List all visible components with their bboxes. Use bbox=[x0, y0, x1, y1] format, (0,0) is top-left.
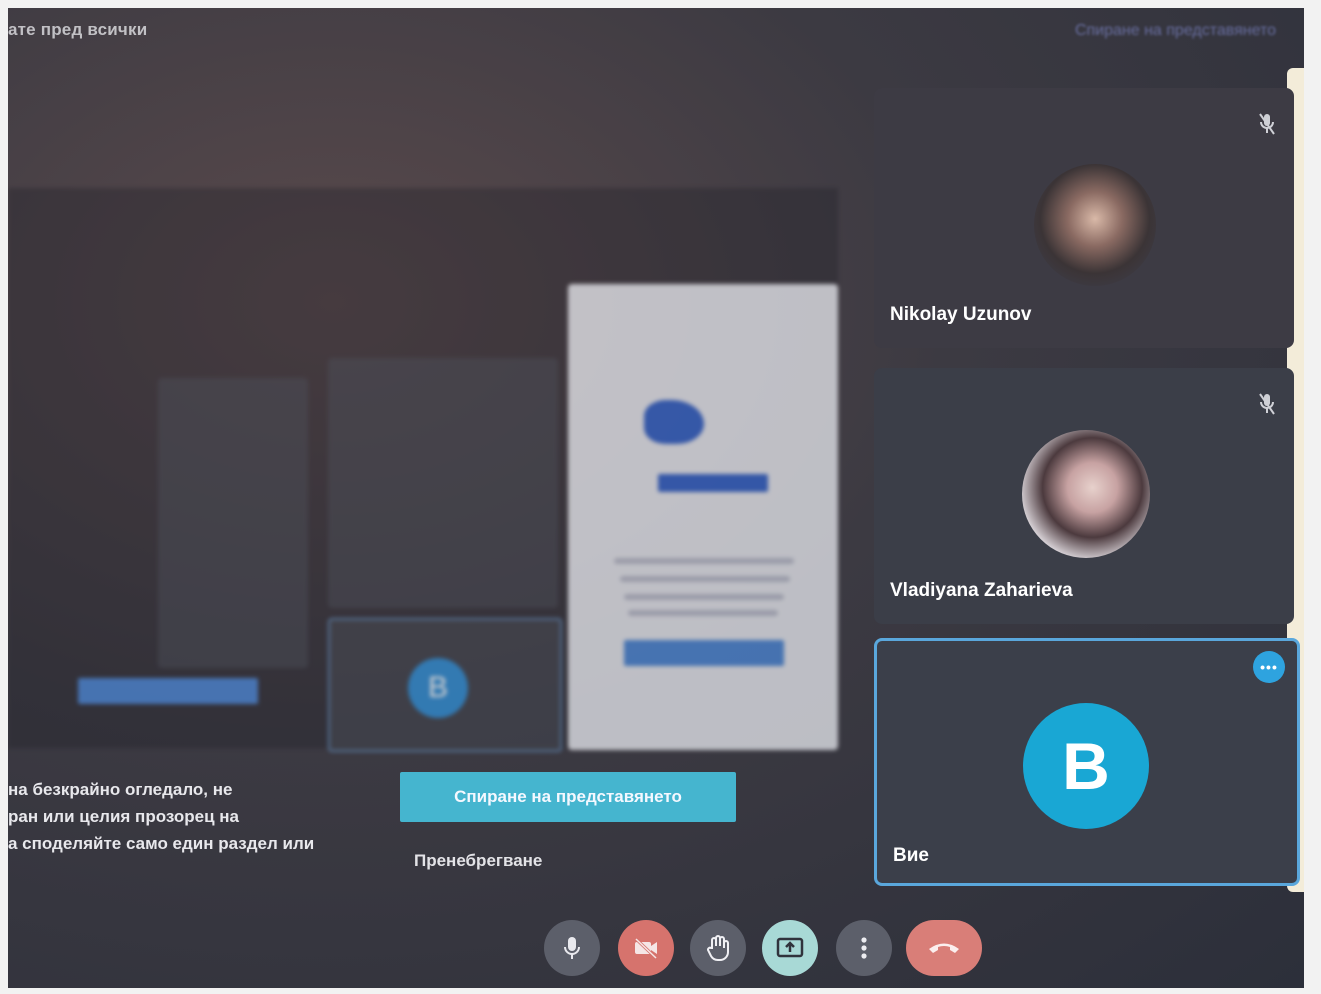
camera-off-icon bbox=[634, 937, 658, 960]
mirror-tile bbox=[158, 378, 308, 668]
participant-name: Вие bbox=[893, 845, 929, 866]
more-options-icon bbox=[861, 937, 867, 959]
meeting-screen: ате пред всички Спиране на представянето… bbox=[8, 8, 1304, 988]
present-screen-button[interactable] bbox=[762, 920, 818, 976]
raise-hand-icon bbox=[707, 935, 729, 962]
end-call-icon bbox=[929, 943, 959, 953]
warning-line: на безкрайно огледало, не bbox=[8, 780, 233, 799]
warning-line: ран или целия прозорец на bbox=[8, 807, 240, 826]
camera-button[interactable] bbox=[618, 920, 674, 976]
end-call-button[interactable] bbox=[906, 920, 982, 976]
top-bar: ате пред всички Спиране на представянето bbox=[8, 8, 1304, 58]
stop-presenting-button[interactable]: Спиране на представянето bbox=[400, 772, 736, 822]
participant-tile[interactable]: Vladiyana Zaharieva bbox=[874, 368, 1294, 624]
more-actions-button[interactable] bbox=[836, 920, 892, 976]
self-avatar: B bbox=[1023, 703, 1149, 829]
participant-name: Nikolay Uzunov bbox=[890, 304, 1032, 325]
mic-off-icon bbox=[1259, 113, 1275, 135]
mirror-dialog bbox=[568, 284, 838, 750]
mirror-warning-text: на безкрайно огледало, не ран или целия … bbox=[8, 776, 314, 857]
participant-tile[interactable]: Nikolay Uzunov bbox=[874, 88, 1294, 348]
mirror-button bbox=[624, 640, 784, 666]
self-tile[interactable]: ••• B Вие bbox=[874, 638, 1300, 886]
mirror-text-line bbox=[614, 558, 794, 564]
stop-presenting-link[interactable]: Спиране на представянето bbox=[1075, 22, 1276, 40]
mirror-illustration bbox=[644, 400, 704, 444]
mirror-tile bbox=[328, 358, 558, 608]
ignore-button[interactable]: Пренебрегване bbox=[414, 851, 542, 871]
shared-screen-mirror: B bbox=[8, 178, 858, 798]
mirror-text-line bbox=[620, 576, 790, 582]
mic-off-icon bbox=[1259, 393, 1275, 415]
present-screen-icon bbox=[776, 937, 804, 958]
mirror-button bbox=[78, 678, 258, 704]
mirror-illustration bbox=[658, 474, 768, 492]
mirror-text-line bbox=[628, 610, 778, 616]
mirror-text-line bbox=[624, 594, 784, 600]
presenting-notice: ате пред всички bbox=[8, 20, 148, 39]
mirror-avatar: B bbox=[408, 658, 468, 718]
participant-avatar bbox=[1034, 164, 1156, 286]
raise-hand-button[interactable] bbox=[690, 920, 746, 976]
microphone-icon bbox=[564, 937, 580, 959]
participant-name: Vladiyana Zaharieva bbox=[890, 580, 1073, 601]
more-options-button[interactable]: ••• bbox=[1253, 651, 1285, 683]
participant-avatar bbox=[1022, 430, 1150, 558]
warning-line: а споделяйте само един раздел или bbox=[8, 834, 315, 853]
call-controls bbox=[544, 920, 1024, 980]
microphone-button[interactable] bbox=[544, 920, 600, 976]
